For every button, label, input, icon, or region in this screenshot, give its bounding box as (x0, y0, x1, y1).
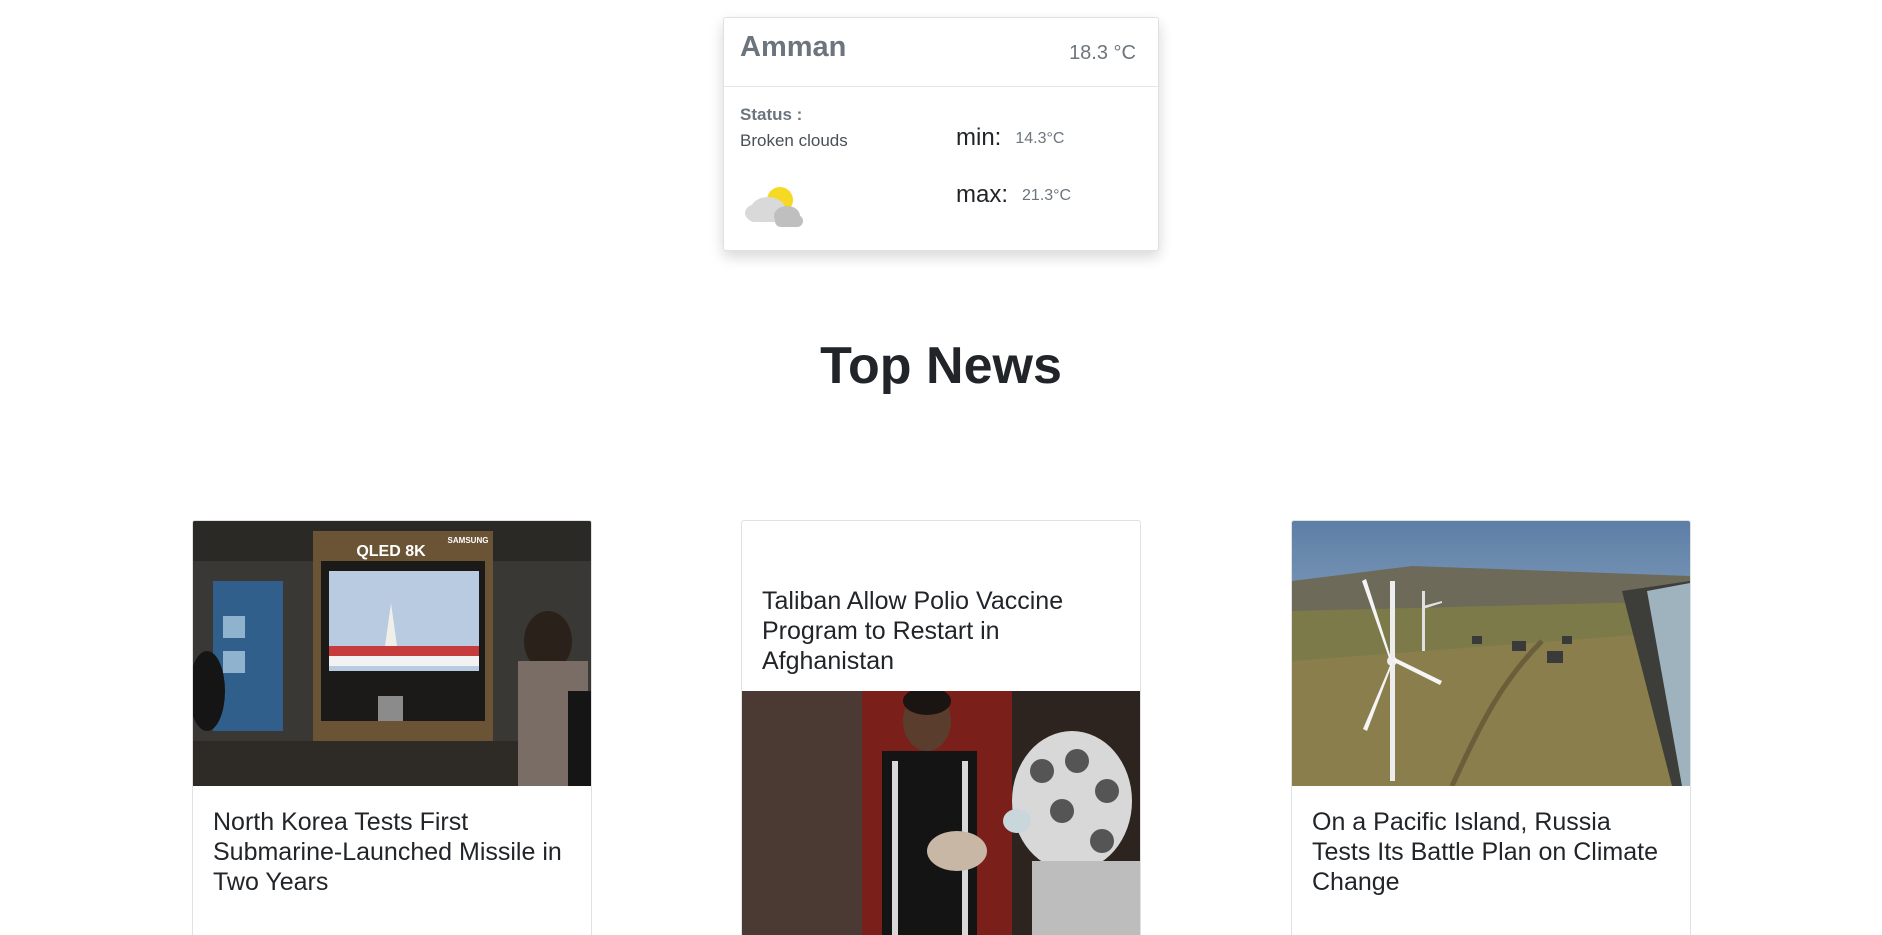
news-title[interactable]: North Korea Tests First Submarine-Launch… (213, 807, 573, 897)
max-label: max: (956, 181, 1009, 208)
status-label: Status : (740, 105, 803, 124)
max-temperature-row: max: 21.3°C (956, 181, 1071, 209)
news-title[interactable]: Taliban Allow Polio Vaccine Program to R… (762, 586, 1122, 676)
news-image[interactable] (1292, 521, 1690, 786)
news-card[interactable]: Taliban Allow Polio Vaccine Program to R… (741, 520, 1141, 935)
page: Amman 18.3 °C Status : Broken clouds min… (0, 0, 1882, 935)
min-label: min: (956, 124, 1002, 151)
news-image[interactable] (742, 691, 1140, 935)
max-value: 21.3°C (1022, 187, 1072, 204)
current-temperature: 18.3 °C (1069, 42, 1136, 64)
section-title: Top News (820, 337, 1062, 395)
weather-card: Amman 18.3 °C Status : Broken clouds min… (723, 17, 1159, 251)
weather-card-header: Amman 18.3 °C (724, 18, 1158, 87)
min-value: 14.3°C (1015, 130, 1065, 147)
news-card[interactable]: QLED 8K SAMSUNG North Korea Tests First … (192, 520, 592, 935)
city-name: Amman (740, 31, 847, 63)
news-image[interactable]: QLED 8K SAMSUNG (193, 521, 591, 786)
status-value: Broken clouds (740, 131, 848, 150)
news-title[interactable]: On a Pacific Island, Russia Tests Its Ba… (1312, 807, 1672, 897)
min-temperature-row: min: 14.3°C (956, 124, 1064, 152)
tv-brand-text: QLED 8K (356, 543, 426, 560)
broken-clouds-icon (738, 182, 808, 232)
tv-maker-text: SAMSUNG (448, 536, 489, 545)
news-card[interactable]: On a Pacific Island, Russia Tests Its Ba… (1291, 520, 1691, 935)
